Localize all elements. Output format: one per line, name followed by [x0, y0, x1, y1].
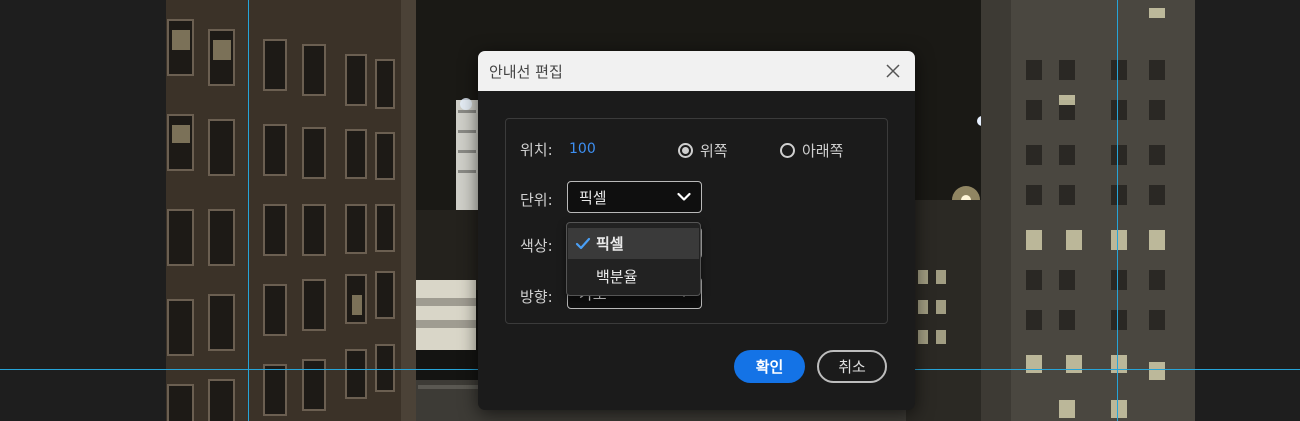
direction-label: 방향:	[520, 288, 553, 306]
radio-top-dot	[682, 147, 689, 154]
radio-top-circle[interactable]	[678, 143, 693, 158]
position-value-input[interactable]: 100	[569, 141, 596, 157]
dialog-title: 안내선 편집	[489, 62, 563, 81]
vertical-guide-right[interactable]	[1117, 0, 1118, 421]
unit-select[interactable]: 픽셀	[567, 181, 702, 213]
checkmark-icon	[568, 237, 592, 251]
menu-item-pixel-label: 픽셀	[596, 235, 624, 253]
color-label: 색상:	[520, 237, 553, 255]
menu-item-percent-label: 백분율	[596, 268, 638, 286]
radio-bottom-circle[interactable]	[780, 143, 795, 158]
close-button[interactable]	[883, 61, 903, 81]
radio-top-label: 위쪽	[700, 142, 728, 160]
chevron-down-icon	[677, 192, 691, 201]
close-icon	[886, 64, 900, 78]
radio-bottom-label: 아래쪽	[802, 142, 844, 160]
cancel-button[interactable]: 취소	[817, 350, 887, 383]
unit-dropdown-menu: 픽셀 백분율	[566, 222, 701, 296]
vertical-guide-left[interactable]	[248, 0, 249, 421]
menu-item-percent[interactable]: 백분율	[568, 261, 699, 292]
radio-bottom[interactable]: 아래쪽	[780, 140, 843, 161]
radio-top[interactable]: 위쪽	[678, 140, 728, 161]
unit-select-value: 픽셀	[579, 188, 607, 207]
ok-button[interactable]: 확인	[734, 350, 805, 383]
dialog-header: 안내선 편집	[478, 51, 915, 91]
position-label: 위치:	[520, 141, 553, 159]
edit-guide-dialog: 안내선 편집 위치: 100 위쪽 아래쪽 단위: 픽셀 색상: 방향: 픽셀 …	[478, 51, 915, 410]
unit-label: 단위:	[520, 191, 553, 209]
menu-item-pixel[interactable]: 픽셀	[568, 228, 699, 259]
